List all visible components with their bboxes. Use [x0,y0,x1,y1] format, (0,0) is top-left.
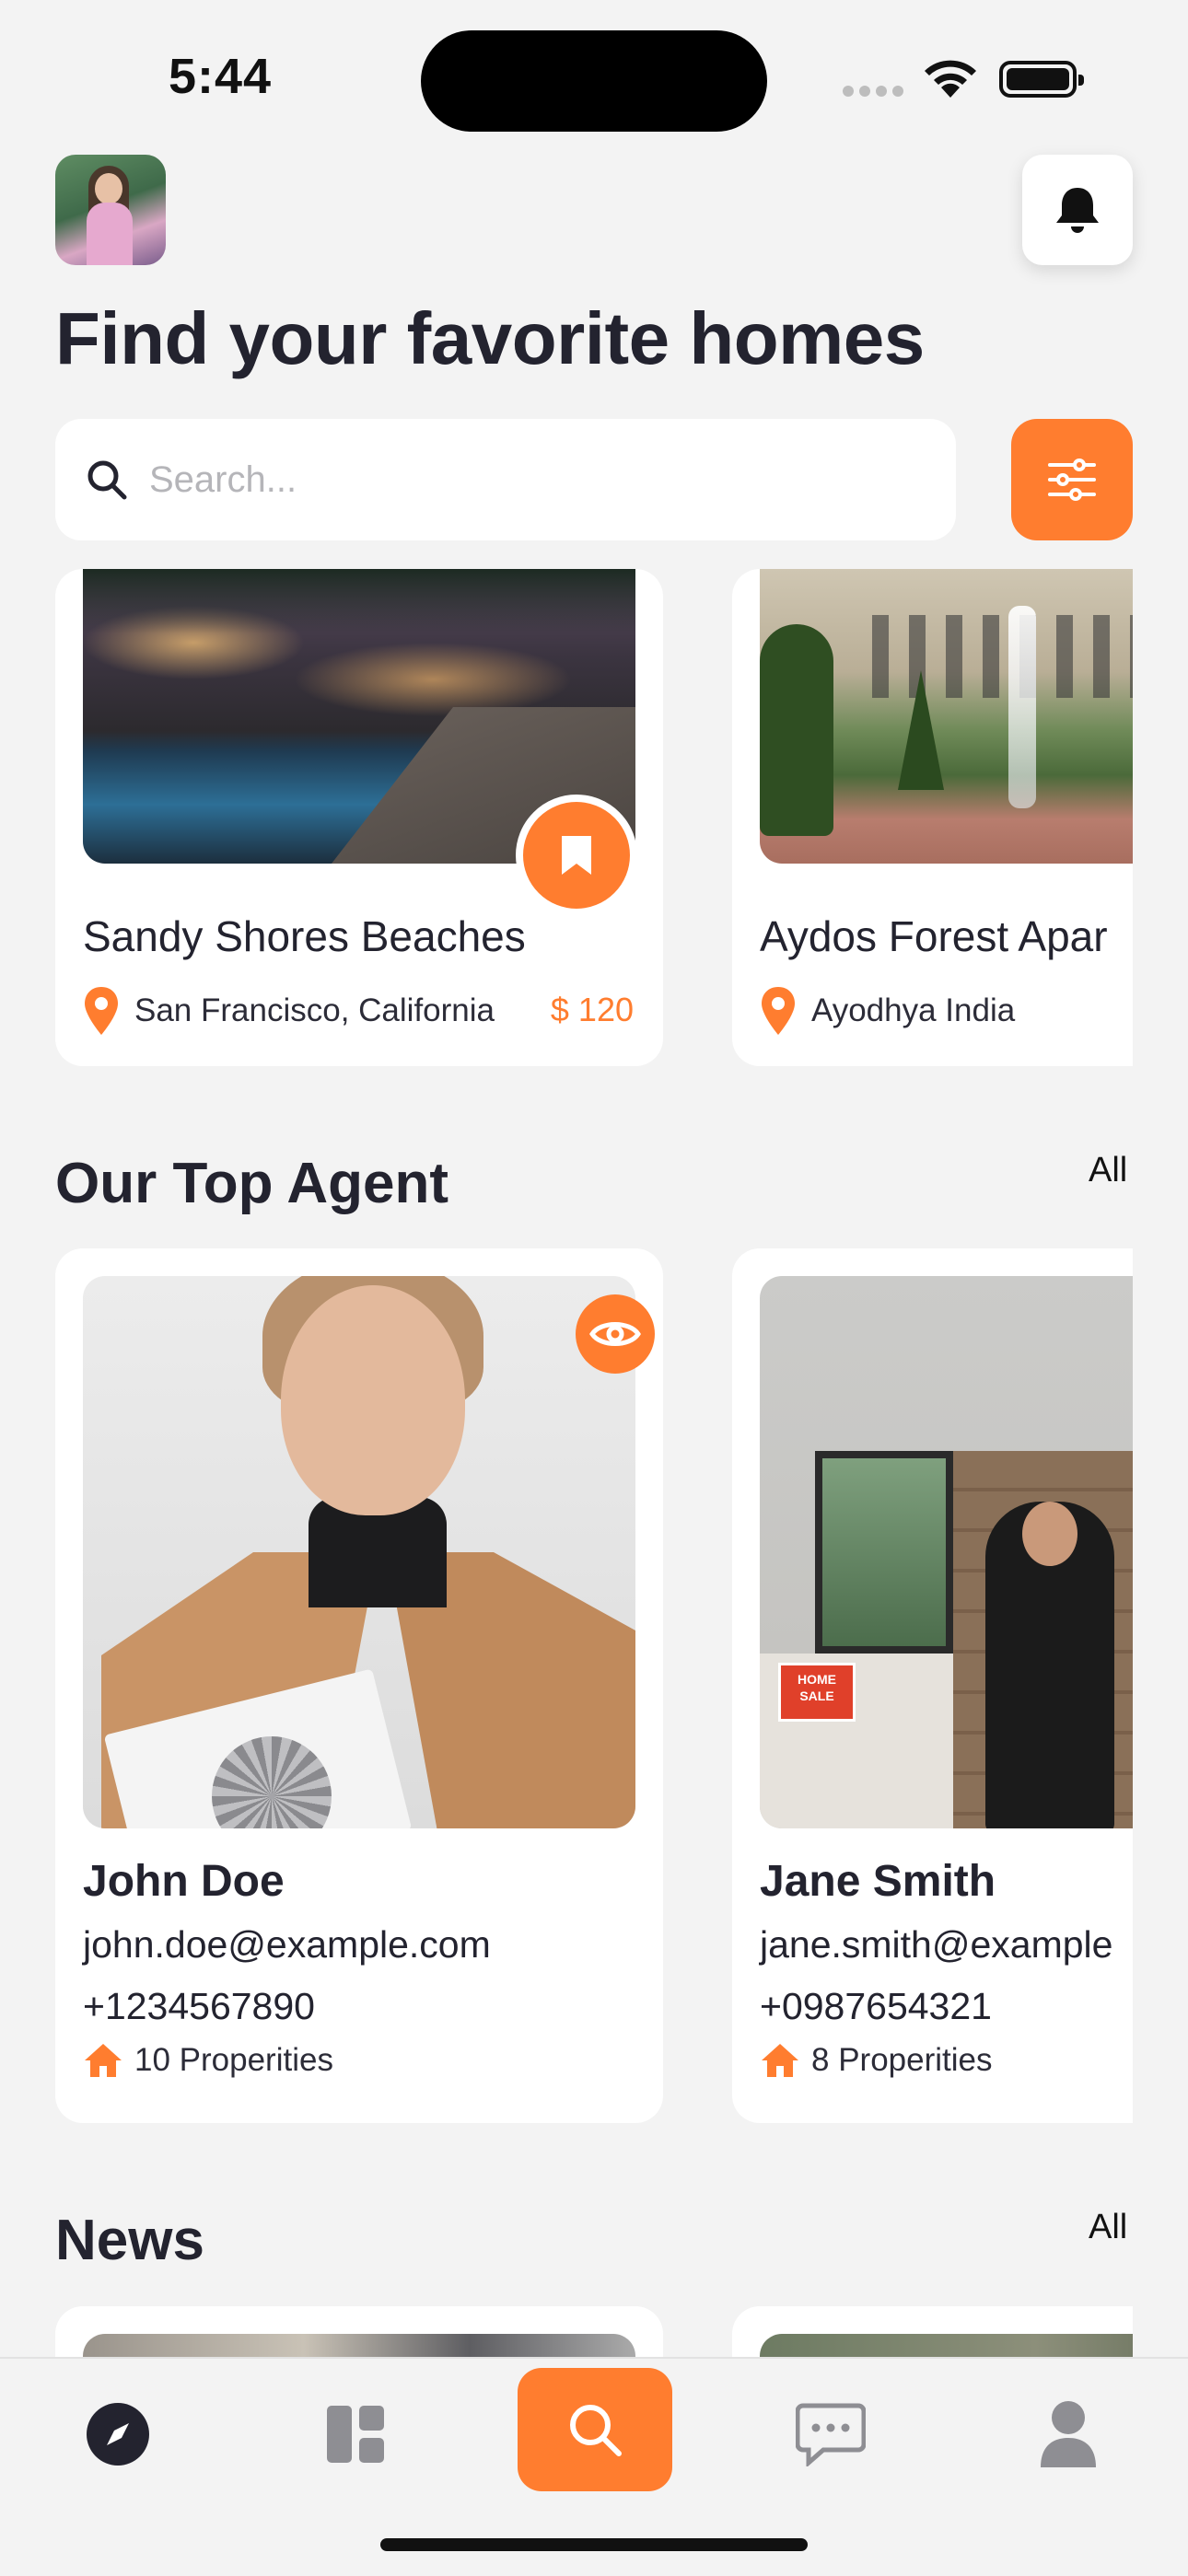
location-pin-icon [85,987,118,1035]
cellular-signal-icon [843,85,909,101]
agent-photo [83,1276,635,1828]
search-bar[interactable] [55,419,956,540]
agent-property-count: 8 Properities [811,2042,993,2078]
agent-email: john.doe@example.com [83,1923,491,1966]
dashboard-icon [327,2406,384,2463]
agent-email: jane.smith@example [760,1923,1113,1966]
nav-profile[interactable] [1022,2388,1114,2480]
property-name: Sandy Shores Beaches [83,912,526,960]
agent-phone: +0987654321 [760,1985,992,2027]
nav-messages[interactable] [785,2388,877,2480]
eye-icon [589,1322,641,1346]
nav-explore[interactable] [72,2388,164,2480]
search-input[interactable] [147,458,906,502]
agents-see-all-link[interactable]: All [1089,1151,1127,1190]
bookmark-button[interactable] [516,795,637,916]
user-avatar[interactable] [55,155,166,265]
agent-name: Jane Smith [760,1857,996,1906]
filter-button[interactable] [1011,419,1133,540]
property-carousel[interactable]: Sandy Shores Beaches San Francisco, Cali… [0,569,1133,1066]
location-pin-icon [762,987,795,1035]
view-agent-button[interactable] [576,1294,655,1374]
news-carousel[interactable] [0,2306,1133,2361]
property-location: San Francisco, California [134,992,495,1028]
agent-card[interactable]: HOME SALE Jane Smith jane.smith@example +… [732,1248,1133,2123]
status-time: 5:44 [169,49,273,104]
bookmark-icon [562,836,591,875]
wifi-icon [921,57,980,104]
battery-icon [999,61,1084,98]
search-icon [570,2405,622,2456]
compass-icon [87,2403,149,2466]
news-card[interactable] [55,2306,663,2361]
news-card[interactable] [732,2306,1133,2361]
agent-phone: +1234567890 [83,1985,315,2027]
agents-section-title: Our Top Agent [55,1152,449,1215]
house-icon [85,2044,122,2077]
house-icon [762,2044,798,2077]
search-icon [85,457,131,503]
home-indicator [380,2538,808,2551]
chat-icon [796,2403,866,2466]
agents-carousel[interactable]: John Doe john.doe@example.com +123456789… [0,1248,1133,2123]
nav-dashboard[interactable] [309,2388,402,2480]
property-name: Aydos Forest Apar [760,912,1108,960]
notification-button[interactable] [1022,155,1133,265]
nav-search[interactable] [518,2368,672,2491]
property-location: Ayodhya India [811,992,1016,1028]
bell-icon [1056,188,1099,233]
property-price: $ 120 [550,991,634,1028]
dynamic-island [421,30,767,132]
agent-photo: HOME SALE [760,1276,1133,1828]
agent-card[interactable]: John Doe john.doe@example.com +123456789… [55,1248,663,2123]
property-image [760,569,1133,864]
agent-property-count: 10 Properities [134,2042,333,2078]
page-title: Find your favorite homes [55,297,925,379]
property-card[interactable]: Aydos Forest Apar Ayodhya India [732,569,1133,1066]
agent-name: John Doe [83,1857,285,1906]
news-section-title: News [55,2209,204,2272]
profile-icon [1041,2401,1096,2467]
sliders-icon [1048,458,1096,501]
property-card[interactable]: Sandy Shores Beaches San Francisco, Cali… [55,569,663,1066]
news-see-all-link[interactable]: All [1089,2208,1127,2247]
